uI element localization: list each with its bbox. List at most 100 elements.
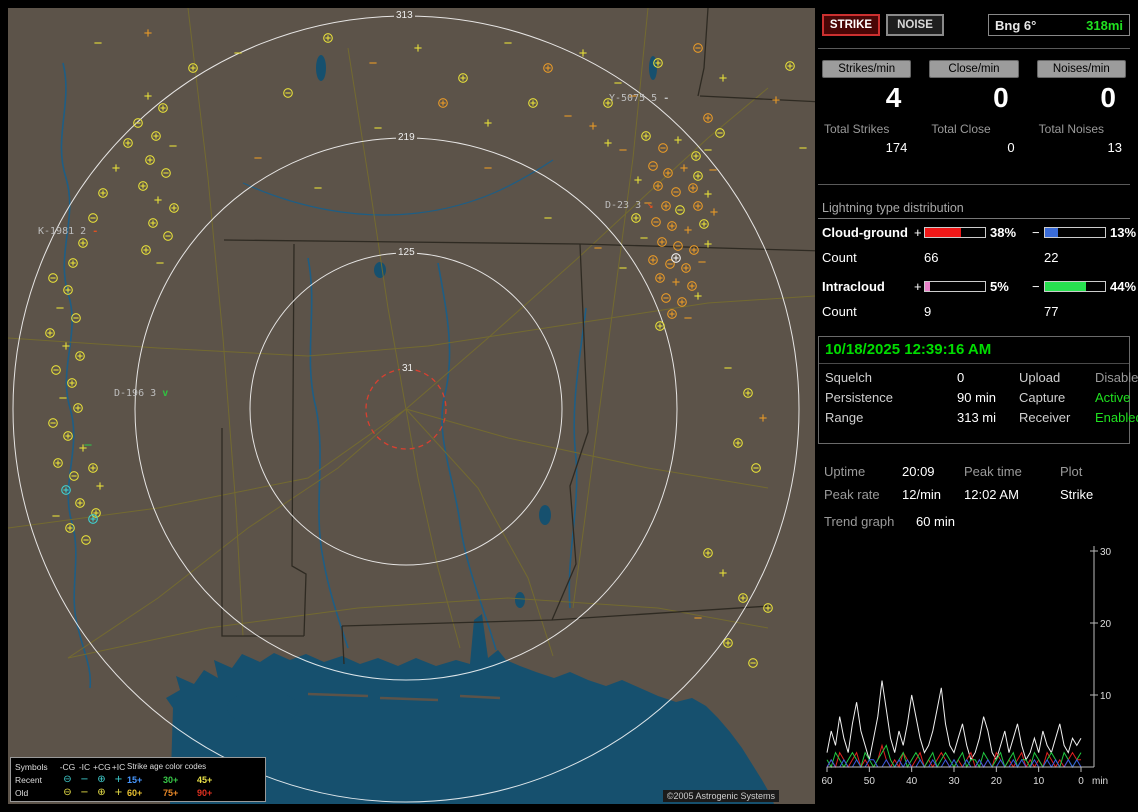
cg-negative-fill [1045, 228, 1059, 237]
track-direction-icon: - [92, 226, 99, 237]
total-close-label: Total Close [931, 122, 991, 136]
svg-text:0: 0 [1078, 776, 1084, 787]
age-badge: 30+ [163, 774, 179, 785]
legend-col-cg-pos: +CG [93, 761, 111, 772]
total-close-value: 0 [1007, 140, 1015, 155]
noises-per-min-button[interactable]: Noises/min [1036, 60, 1126, 78]
intracloud-label: Intracloud [822, 279, 885, 294]
range-ring-label: 219 [396, 132, 417, 143]
plus-sign: + [914, 225, 922, 240]
svg-text:30: 30 [948, 776, 960, 787]
legend-col-ic-pos: +IC [111, 761, 126, 772]
ic-negative-pct: 44% [1110, 279, 1137, 294]
ic-pos-icon: + [114, 773, 123, 785]
ic-positive-pct: 5% [990, 279, 1009, 294]
storm-track-label: D-23 3 ↘ [605, 200, 654, 211]
close-per-min-button[interactable]: Close/min [929, 60, 1019, 78]
svg-text:30: 30 [1100, 547, 1112, 558]
trend-graph: 30 20 10 60 50 40 30 20 10 0 min [820, 536, 1128, 800]
cloud-ground-count-row: Count 66 22 [818, 250, 1130, 266]
storm-track-label: K-1981 2 - [38, 226, 99, 237]
range-value: 313 mi [957, 410, 997, 425]
ic-positive-count: 9 [924, 304, 932, 319]
age-badge: 75+ [163, 787, 179, 798]
settings-table: Squelch 0 Upload Disabled Persistence 90… [819, 364, 1138, 432]
legend-col-cg-neg: -CG [59, 761, 76, 772]
capture-label: Capture [1019, 390, 1066, 405]
range-ring-label: 125 [396, 247, 417, 258]
lightning-map[interactable]: 313 219 125 31 Y-5075 5 - D-23 3 ↘ K-198… [8, 8, 815, 804]
cg-positive-bar [924, 227, 986, 238]
cg-neg-icon: ⊖ [63, 773, 72, 785]
receiver-label: Receiver [1019, 410, 1071, 425]
svg-text:10: 10 [1033, 776, 1045, 787]
count-label: Count [822, 250, 857, 265]
ic-neg-icon: − [80, 773, 89, 785]
count-label: Count [822, 304, 857, 319]
track-direction-icon: - [663, 93, 670, 104]
close-rate-column: Close/min 0 Total Close 0 [929, 60, 1019, 155]
strikes-per-min-value: 4 [885, 82, 902, 113]
ic-negative-count: 77 [1044, 304, 1059, 319]
cg-positive-pct: 38% [990, 225, 1017, 240]
ic-negative-fill [1045, 282, 1086, 291]
distribution-title: Lightning type distribution [818, 201, 1130, 219]
ic-pos-icon: + [114, 786, 123, 798]
intracloud-row: Intracloud + 5% − 44% [818, 279, 1136, 295]
map-legend: Symbols -CG -IC +CG +IC Strike age color… [10, 757, 266, 802]
svg-text:40: 40 [906, 776, 918, 787]
peak-rate-value: 12/min [902, 487, 942, 502]
total-noises-value: 13 [1107, 140, 1122, 155]
capture-status: Active [1095, 390, 1131, 405]
trend-graph-canvas: 30 20 10 60 50 40 30 20 10 0 min [821, 546, 1112, 787]
plot-label: Plot [1060, 464, 1083, 479]
bearing-label: Bng 6° [995, 17, 1037, 33]
persistence-value: 90 min [957, 390, 997, 405]
squelch-label: Squelch [825, 370, 872, 385]
cg-negative-pct: 13% [1110, 225, 1137, 240]
cg-positive-count: 66 [924, 250, 939, 265]
legend-header-row: Symbols -CG -IC +CG +IC Strike age color… [15, 760, 261, 773]
session-stats: Uptime 20:09 Peak time Plot Peak rate 12… [818, 460, 1130, 506]
upload-status: Disabled [1095, 370, 1138, 385]
svg-text:60: 60 [821, 776, 833, 787]
age-badge: 45+ [197, 774, 213, 785]
svg-text:20: 20 [1100, 619, 1112, 630]
ic-positive-bar [924, 281, 986, 292]
legend-old-row: Old ⊖ − ⊕ + 60+ 75+ 90+ [15, 786, 261, 799]
peak-time-label: Peak time [964, 464, 1022, 479]
receiver-status: Enabled [1095, 410, 1138, 425]
copyright-text: ©2005 Astrogenic Systems [662, 790, 779, 802]
noises-rate-column: Noises/min 0 Total Noises 13 [1036, 60, 1126, 155]
uptime-label: Uptime [824, 464, 866, 479]
minus-sign: − [1032, 225, 1040, 240]
trend-window-value: 60 min [915, 514, 955, 529]
trend-graph-header: Trend graph 60 min [824, 514, 955, 529]
ic-negative-bar [1044, 281, 1106, 292]
legend-symbols-title: Symbols [15, 761, 48, 772]
close-per-min-value: 0 [993, 82, 1009, 113]
strike-button[interactable]: STRIKE [822, 14, 880, 36]
age-badge: 15+ [127, 774, 143, 785]
minus-sign: − [1032, 279, 1040, 294]
uptime-value: 20:09 [902, 464, 935, 479]
cloud-ground-row: Cloud-ground + 38% − 13% [818, 225, 1136, 241]
ic-neg-icon: − [80, 786, 89, 798]
ic-positive-fill [925, 282, 931, 291]
age-badge: 90+ [197, 787, 213, 798]
svg-text:50: 50 [864, 776, 876, 787]
rate-counters: Strikes/min 4 Total Strikes 174 Close/mi… [818, 60, 1130, 155]
roads [8, 8, 815, 659]
total-strikes-value: 174 [885, 140, 908, 155]
strikes-per-min-button[interactable]: Strikes/min [822, 60, 912, 78]
lake-pontchartrain [227, 691, 299, 725]
cg-negative-count: 22 [1044, 250, 1059, 265]
cg-positive-fill [925, 228, 961, 237]
bearing-display: Bng 6° 318mi [988, 14, 1130, 36]
noise-button[interactable]: NOISE [886, 14, 944, 36]
peak-rate-label: Peak rate [824, 487, 880, 502]
total-strikes-label: Total Strikes [824, 122, 890, 136]
rivers [60, 62, 587, 689]
total-noises-label: Total Noises [1038, 122, 1105, 136]
plus-sign: + [914, 279, 922, 294]
